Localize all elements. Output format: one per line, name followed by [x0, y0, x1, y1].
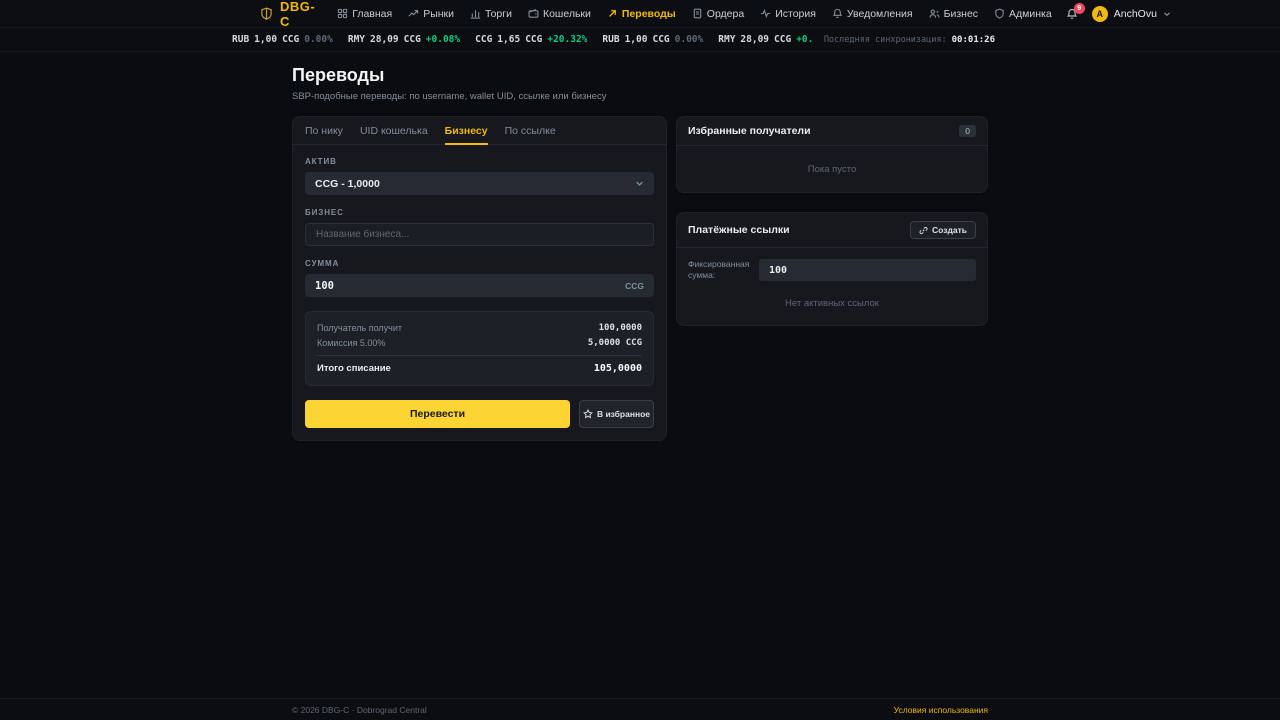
nav-item-home[interactable]: Главная	[337, 8, 392, 20]
sync-time: 00:01:26	[951, 34, 995, 45]
summary-row-fee: Комиссия 5.00% 5,0000 CCG	[317, 337, 642, 348]
notifications-bell-button[interactable]: 9	[1066, 2, 1085, 20]
nav-item-business[interactable]: Бизнес	[929, 8, 978, 20]
activity-icon	[760, 8, 771, 19]
shield-icon	[994, 8, 1005, 19]
price-ticker-bar: RUB 1,00 CCG 0.00% RMY 28,09 CCG +0.08% CCG 1,6…	[0, 28, 1280, 52]
nav-label: Торги	[485, 7, 512, 20]
summary-row-receive: Получатель получит 100,0000	[317, 322, 642, 333]
chevron-down-icon	[635, 179, 644, 188]
business-input[interactable]	[305, 223, 654, 246]
user-name: AnchOvu	[1113, 7, 1157, 20]
footer-copyright: © 2026 DBG-C · Dobrograd Central	[292, 704, 427, 715]
transfer-submit-button[interactable]: Перевести	[305, 399, 570, 428]
nav-item-admin[interactable]: Админка	[994, 8, 1052, 20]
nav-item-history[interactable]: История	[760, 8, 816, 20]
add-favorite-button[interactable]: В избранное	[579, 399, 654, 428]
notification-count-badge: 9	[1073, 2, 1085, 14]
favorites-panel: Избранные получатели 0 Пока пусто	[676, 116, 988, 193]
bar-chart-icon	[470, 8, 481, 19]
ticker-item: RUB 1,00 CCG 0.00%	[602, 34, 704, 45]
nav-item-transfers[interactable]: Переводы	[607, 8, 676, 20]
asset-select-value: CCG - 1,0000	[315, 177, 380, 190]
business-label: БИЗНЕС	[305, 208, 344, 217]
nav-label: Переводы	[621, 7, 676, 20]
transfer-summary: Получатель получит 100,0000 Комиссия 5.0…	[305, 311, 654, 386]
tab-business[interactable]: Бизнесу	[444, 117, 488, 145]
nav-label: Бизнес	[943, 7, 979, 20]
page-title: Переводы	[292, 65, 385, 85]
nav-label: Уведомления	[846, 7, 913, 20]
bell-icon	[832, 8, 843, 19]
nav-label: Рынки	[423, 7, 454, 20]
ticker-item: RUB 1,00 CCG 0.00%	[232, 34, 333, 45]
chevron-down-icon	[1163, 10, 1171, 18]
nav-item-trading[interactable]: Торги	[470, 8, 512, 20]
fixed-amount-label: Фиксированная сумма:	[688, 259, 750, 280]
tab-by-nick[interactable]: По нику	[305, 117, 343, 144]
page-footer: © 2026 DBG-C · Dobrograd Central Условия…	[0, 698, 1280, 720]
nav-item-markets[interactable]: Рынки	[408, 8, 454, 20]
asset-label: АКТИВ	[305, 157, 337, 166]
transfer-card: По нику UID кошелька Бизнесу По ссылке А…	[292, 116, 667, 441]
nav-label: Ордера	[706, 7, 745, 20]
favorites-empty-text: Пока пусто	[807, 164, 857, 175]
top-header: DBG-C Главная Рынки Торги Кошельки Перев…	[0, 0, 1280, 29]
star-icon	[583, 408, 593, 419]
file-icon	[692, 8, 703, 19]
terms-link[interactable]: Условия использования	[894, 705, 988, 715]
brand-name: DBG-C	[280, 0, 316, 29]
main-nav: Главная Рынки Торги Кошельки Переводы Ор…	[337, 8, 1052, 20]
payment-links-title: Платёжные ссылки	[688, 224, 790, 236]
payment-links-panel: Платёжные ссылки Создать Фиксированная с…	[676, 212, 988, 326]
trend-icon	[408, 8, 419, 19]
amount-suffix: CCG	[625, 280, 644, 291]
transfer-tabs: По нику UID кошелька Бизнесу По ссылке	[293, 117, 666, 145]
wallet-icon	[528, 8, 539, 19]
amount-field: CCG	[305, 274, 654, 297]
amount-label: СУММА	[305, 259, 340, 268]
ticker-item: CCG1,65CCG+20.32%	[475, 34, 588, 45]
tab-wallet-uid[interactable]: UID кошелька	[360, 117, 428, 144]
grid-icon	[337, 8, 348, 19]
shield-logo-icon	[260, 7, 273, 20]
nav-label: Кошельки	[542, 7, 591, 20]
sync-label: Последняя синхронизация:	[823, 34, 947, 45]
ticker-item: RMY28,09CCG+0.08%	[347, 34, 461, 45]
page-subtitle: SBP-подобные переводы: по username, wall…	[292, 91, 607, 102]
create-link-button[interactable]: Создать	[910, 221, 976, 239]
nav-label: История	[775, 7, 816, 20]
fixed-amount-input[interactable]	[759, 259, 976, 281]
nav-item-notifications[interactable]: Уведомления	[832, 8, 913, 20]
favorites-count-badge: 0	[959, 125, 976, 137]
users-icon	[929, 8, 940, 19]
last-sync: Последняя синхронизация: 00:01:26	[813, 28, 995, 51]
brand-logo[interactable]: DBG-C	[260, 0, 315, 29]
arrow-up-right-icon	[607, 8, 618, 19]
summary-row-total: Итого списание 105,0000	[317, 355, 642, 377]
amount-input[interactable]	[315, 279, 626, 292]
tab-by-link[interactable]: По ссылке	[505, 117, 556, 144]
avatar: A	[1091, 5, 1108, 22]
favorites-title: Избранные получатели	[688, 125, 811, 137]
user-menu[interactable]: A AnchOvu	[1091, 5, 1171, 22]
asset-select[interactable]: CCG - 1,0000	[305, 172, 654, 195]
nav-item-orders[interactable]: Ордера	[692, 8, 744, 20]
nav-label: Админка	[1009, 7, 1052, 20]
links-empty-text: Нет активных ссылок	[785, 298, 879, 309]
link-icon	[919, 226, 928, 235]
nav-item-wallets[interactable]: Кошельки	[528, 8, 591, 20]
nav-label: Главная	[352, 7, 393, 20]
